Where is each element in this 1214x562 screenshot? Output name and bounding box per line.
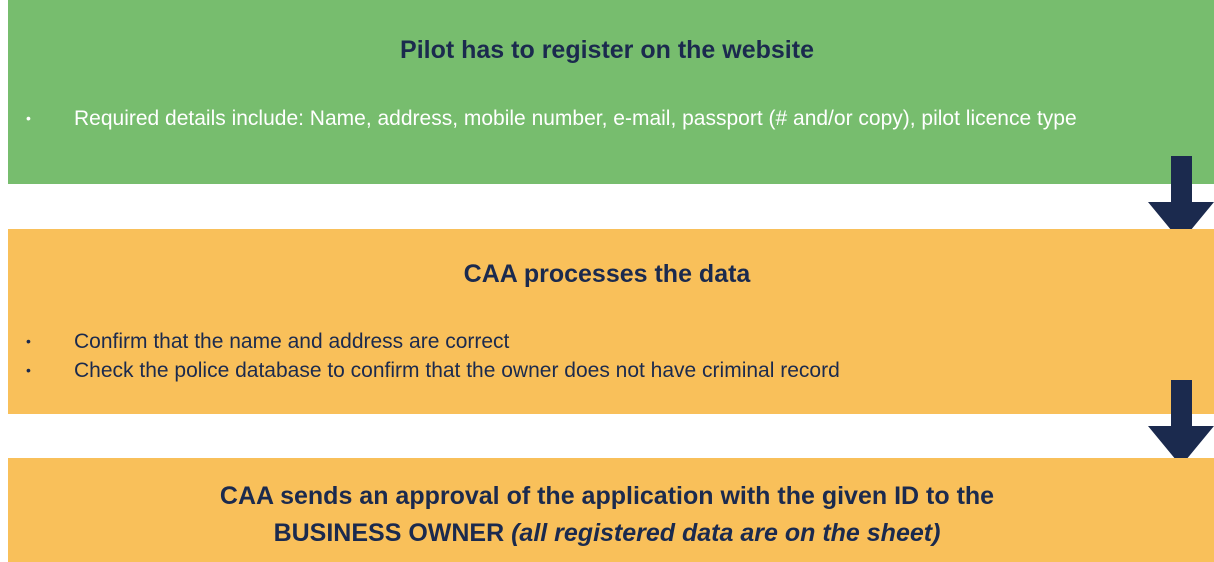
step-1-title: Pilot has to register on the website	[400, 36, 814, 64]
step-2-bullet-1: Confirm that the name and address are co…	[74, 330, 510, 353]
step-1-box	[8, 0, 1214, 184]
down-arrow-icon	[1148, 380, 1214, 466]
step-2-title: CAA processes the data	[463, 260, 751, 288]
step-3-title-main: BUSINESS OWNER	[273, 519, 512, 547]
list-item: • Confirm that the name and address are …	[26, 327, 1194, 356]
bullet-icon: •	[26, 110, 31, 126]
bullet-icon: •	[26, 333, 31, 349]
step-3-title-note: (all registered data are on the sheet)	[511, 519, 941, 547]
step-2-box	[8, 229, 1214, 414]
step-3-title-line-1: CAA sends an approval of the application…	[219, 482, 995, 510]
step-1-bullet-list: • Required details include: Name, addres…	[26, 104, 1194, 133]
step-3-title: CAA sends an approval of the application…	[0, 478, 1214, 552]
step-1-bullet-1: Required details include: Name, address,…	[74, 107, 1077, 130]
step-2-bullet-list: • Confirm that the name and address are …	[26, 327, 1194, 385]
step-2-bullet-2: Check the police database to confirm tha…	[74, 359, 840, 382]
list-item: • Required details include: Name, addres…	[26, 104, 1194, 133]
step-3-title-line-2: BUSINESS OWNER (all registered data are …	[0, 515, 1214, 552]
bullet-icon: •	[26, 362, 31, 378]
list-item: • Check the police database to confirm t…	[26, 356, 1194, 385]
